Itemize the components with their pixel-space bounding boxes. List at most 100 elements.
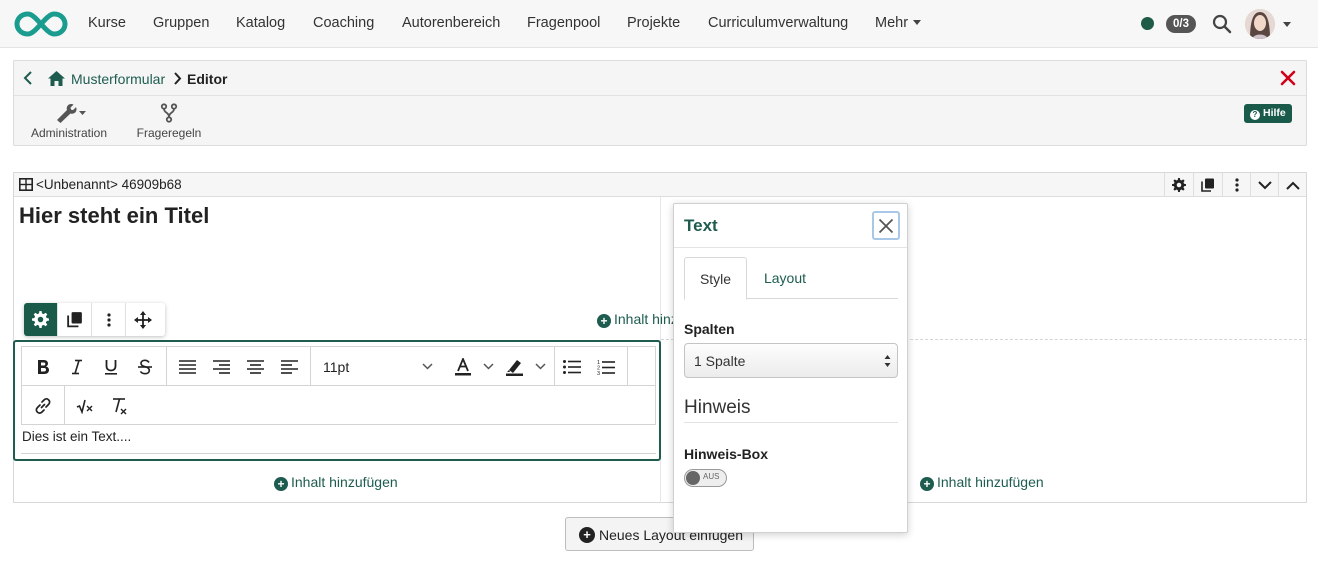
layout-title: <Unbenannt> 46909b68 bbox=[36, 177, 182, 192]
align-right-button[interactable] bbox=[204, 347, 238, 386]
help-button[interactable]: ? Hilfe bbox=[1244, 104, 1292, 123]
popup-header: Text bbox=[674, 204, 907, 248]
popup-close-button[interactable] bbox=[872, 211, 900, 240]
element-settings-button[interactable] bbox=[24, 303, 58, 336]
bullet-list-icon bbox=[563, 359, 581, 374]
vertical-dots-icon bbox=[1235, 178, 1239, 192]
hinweis-box-toggle[interactable]: AUS bbox=[684, 469, 727, 487]
add-content-label: Inhalt hinzufügen bbox=[291, 474, 398, 490]
nav-more-label: Mehr bbox=[875, 15, 909, 31]
layout-settings-button[interactable] bbox=[1164, 173, 1193, 197]
add-content-link-column-1[interactable]: + Inhalt hinzufügen bbox=[274, 474, 398, 491]
editor-toolbar-row-2 bbox=[22, 386, 655, 425]
close-icon[interactable] bbox=[1280, 70, 1296, 86]
nav-autorenbereich[interactable]: Autorenbereich bbox=[402, 15, 500, 31]
align-left-icon bbox=[280, 359, 298, 374]
spalten-value: 1 Spalte bbox=[694, 353, 746, 369]
font-size-select[interactable]: 11pt bbox=[311, 347, 445, 386]
insert-math-button[interactable] bbox=[68, 386, 102, 425]
toggle-knob bbox=[686, 471, 700, 485]
bullet-list-button[interactable] bbox=[555, 347, 589, 386]
italic-button[interactable] bbox=[60, 347, 94, 386]
element-move-handle[interactable] bbox=[126, 303, 160, 336]
chevron-up-icon bbox=[1286, 181, 1300, 190]
text-color-button[interactable] bbox=[450, 347, 498, 386]
hinweis-divider bbox=[684, 422, 898, 423]
user-menu-chevron-icon[interactable] bbox=[1283, 22, 1291, 27]
numbered-list-icon: 123 bbox=[597, 360, 615, 375]
bold-icon bbox=[38, 359, 49, 374]
align-right-icon bbox=[212, 359, 230, 374]
top-navigation: Kurse Gruppen Katalog Coaching Autorenbe… bbox=[0, 0, 1318, 48]
layout-move-down-button[interactable] bbox=[1250, 173, 1279, 197]
nav-projekte[interactable]: Projekte bbox=[627, 15, 680, 31]
bold-button[interactable] bbox=[26, 347, 60, 386]
underline-icon bbox=[105, 359, 117, 375]
plus-circle-icon: + bbox=[920, 477, 934, 491]
nav-kurse[interactable]: Kurse bbox=[88, 15, 126, 31]
breadcrumb-link-musterformular[interactable]: Musterformular bbox=[71, 71, 165, 87]
administration-button[interactable]: Administration bbox=[28, 103, 110, 140]
tab-style[interactable]: Style bbox=[684, 257, 747, 300]
align-justify-icon bbox=[178, 359, 196, 374]
align-justify-button[interactable] bbox=[170, 347, 204, 386]
layout-move-up-button[interactable] bbox=[1278, 173, 1307, 197]
toolbar-separator bbox=[64, 386, 65, 425]
popup-title: Text bbox=[684, 216, 718, 235]
search-icon[interactable] bbox=[1212, 14, 1232, 34]
nav-curriculumverwaltung[interactable]: Curriculumverwaltung bbox=[708, 15, 848, 31]
nav-gruppen[interactable]: Gruppen bbox=[153, 15, 209, 31]
home-icon[interactable] bbox=[48, 71, 65, 86]
nav-coaching[interactable]: Coaching bbox=[313, 15, 374, 31]
spalten-label: Spalten bbox=[684, 321, 735, 337]
clear-formatting-button[interactable] bbox=[102, 386, 136, 425]
chevron-down-icon bbox=[483, 363, 494, 370]
element-toolbar bbox=[24, 303, 165, 336]
strikethrough-button[interactable] bbox=[128, 347, 162, 386]
chevron-down-icon bbox=[535, 363, 546, 370]
grid-layout-icon bbox=[19, 178, 33, 191]
breadcrumb: Musterformular Editor bbox=[14, 61, 1306, 96]
italic-icon bbox=[72, 359, 82, 374]
popup-tabs: Style Layout bbox=[684, 257, 898, 300]
insert-link-button[interactable] bbox=[22, 386, 64, 425]
add-content-link-column-2[interactable]: + Inhalt hinzufügen bbox=[920, 474, 1044, 491]
tab-layout[interactable]: Layout bbox=[748, 257, 822, 299]
hinweis-box-label: Hinweis-Box bbox=[684, 446, 769, 462]
align-left-button[interactable] bbox=[272, 347, 306, 386]
title-element[interactable]: Hier steht ein Titel bbox=[19, 203, 209, 229]
notification-count-badge[interactable]: 0/3 bbox=[1166, 15, 1196, 33]
highlight-color-button[interactable] bbox=[502, 347, 550, 386]
layout-header: <Unbenannt> 46909b68 bbox=[14, 173, 1306, 197]
numbered-list-button[interactable]: 123 bbox=[589, 347, 623, 386]
nav-more-dropdown[interactable]: Mehr bbox=[875, 15, 922, 31]
text-editor: 11pt 123 Dies ist ein Text.... bbox=[13, 340, 661, 461]
editor-toolbar-panel: Musterformular Editor Administration Fra… bbox=[13, 60, 1307, 146]
chevron-down-icon bbox=[422, 363, 433, 370]
plus-circle-icon: + bbox=[579, 527, 595, 543]
layout-copy-button[interactable] bbox=[1193, 173, 1222, 197]
chevron-down-icon bbox=[913, 19, 922, 25]
toolbar-separator bbox=[627, 347, 628, 386]
openolat-logo-icon[interactable] bbox=[14, 10, 68, 38]
underline-button[interactable] bbox=[94, 347, 128, 386]
element-copy-button[interactable] bbox=[58, 303, 92, 336]
editor-content[interactable]: Dies ist ein Text.... bbox=[22, 429, 131, 444]
help-label: Hilfe bbox=[1263, 107, 1286, 119]
link-icon bbox=[35, 397, 51, 414]
align-center-icon bbox=[246, 359, 264, 374]
online-status-icon[interactable] bbox=[1141, 17, 1154, 30]
frageregeln-button[interactable]: Frageregeln bbox=[132, 103, 206, 140]
user-avatar[interactable] bbox=[1245, 9, 1275, 39]
nav-katalog[interactable]: Katalog bbox=[236, 15, 285, 31]
editor-toolbar-row-1: 11pt 123 bbox=[22, 347, 655, 386]
chevron-down-icon bbox=[1258, 180, 1272, 189]
clear-format-icon bbox=[113, 397, 127, 414]
layout-more-button[interactable] bbox=[1222, 173, 1251, 197]
element-more-button[interactable] bbox=[92, 303, 126, 336]
nav-fragenpool[interactable]: Fragenpool bbox=[527, 15, 600, 31]
spalten-select[interactable]: 1 Spalte bbox=[684, 343, 898, 378]
align-center-button[interactable] bbox=[238, 347, 272, 386]
branch-icon bbox=[160, 103, 178, 123]
chevron-left-icon[interactable] bbox=[22, 71, 34, 85]
